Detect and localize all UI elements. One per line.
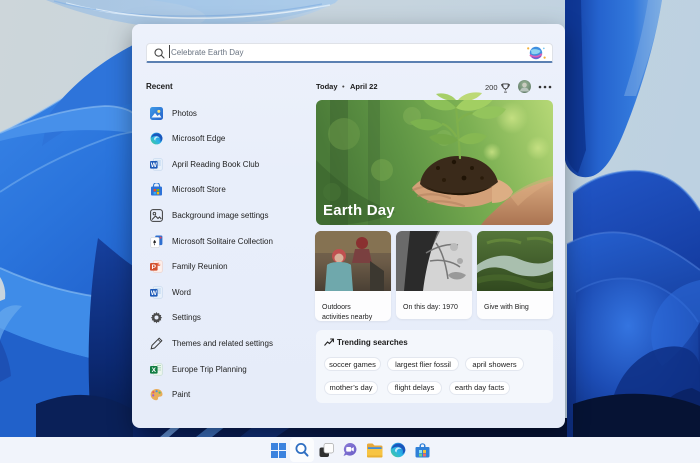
svg-text:X: X	[152, 366, 157, 373]
svg-text:W: W	[151, 290, 158, 297]
svg-text:W: W	[151, 162, 158, 169]
svg-text:P: P	[152, 264, 157, 271]
